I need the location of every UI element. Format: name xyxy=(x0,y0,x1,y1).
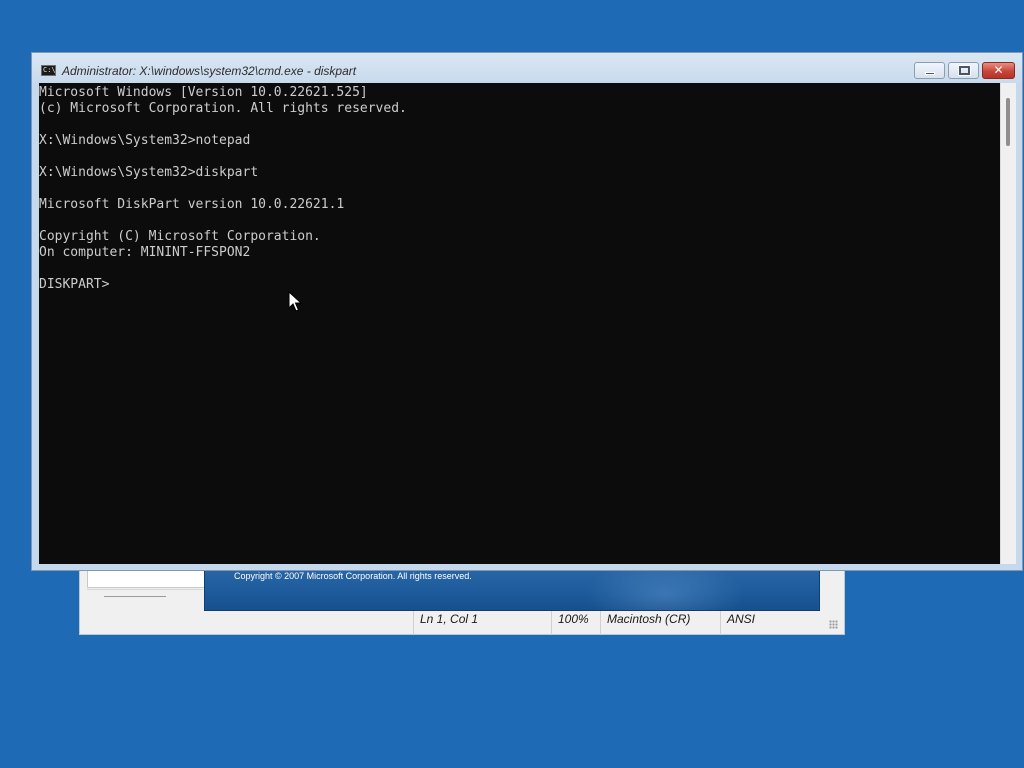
console-line: On computer: MININT-FFSPON2 xyxy=(39,245,251,260)
separator xyxy=(87,589,203,590)
title-bar[interactable]: C:\ Administrator: X:\windows\system32\c… xyxy=(32,53,1022,83)
cmd-window[interactable]: C:\ Administrator: X:\windows\system32\c… xyxy=(31,52,1023,571)
status-position: Ln 1, Col 1 xyxy=(413,611,551,635)
resize-grip-icon[interactable] xyxy=(829,620,838,629)
maximize-icon xyxy=(958,65,971,76)
console-line: Copyright (C) Microsoft Corporation. xyxy=(39,229,321,244)
about-copyright-text: Copyright © 2007 Microsoft Corporation. … xyxy=(234,571,472,581)
about-dialog-banner: Copyright © 2007 Microsoft Corporation. … xyxy=(204,568,820,611)
notepad-status-bar: Ln 1, Col 1 100% Macintosh (CR) ANSI xyxy=(80,611,844,635)
console-line: X:\Windows\System32>diskpart xyxy=(39,165,259,180)
status-encoding: ANSI xyxy=(720,611,820,635)
mouse-pointer-icon xyxy=(288,291,302,312)
minimize-icon xyxy=(925,72,935,75)
console-output-area[interactable]: Microsoft Windows [Version 10.0.22621.52… xyxy=(39,83,1000,564)
console-line: X:\Windows\System32>notepad xyxy=(39,133,251,148)
close-icon: ✕ xyxy=(993,63,1004,77)
console-text: Microsoft Windows [Version 10.0.22621.52… xyxy=(39,83,1000,293)
minimize-button[interactable] xyxy=(914,62,945,79)
console-line: (c) Microsoft Corporation. All rights re… xyxy=(39,101,407,116)
scrollbar-thumb[interactable] xyxy=(1006,98,1010,146)
divider-line xyxy=(104,596,166,597)
command-prompt[interactable]: DISKPART> xyxy=(39,277,117,292)
console-line: Microsoft Windows [Version 10.0.22621.52… xyxy=(39,85,368,100)
maximize-button[interactable] xyxy=(948,62,979,79)
banner-glow xyxy=(585,569,745,610)
window-title: Administrator: X:\windows\system32\cmd.e… xyxy=(62,64,357,78)
status-zoom: 100% xyxy=(551,611,600,635)
console-line: Microsoft DiskPart version 10.0.22621.1 xyxy=(39,197,345,212)
vertical-scrollbar[interactable] xyxy=(1000,83,1016,564)
status-line-ending: Macintosh (CR) xyxy=(600,611,720,635)
notepad-about-panel xyxy=(87,570,205,588)
close-button[interactable]: ✕ xyxy=(982,62,1015,79)
cmd-icon[interactable]: C:\ xyxy=(41,65,56,76)
